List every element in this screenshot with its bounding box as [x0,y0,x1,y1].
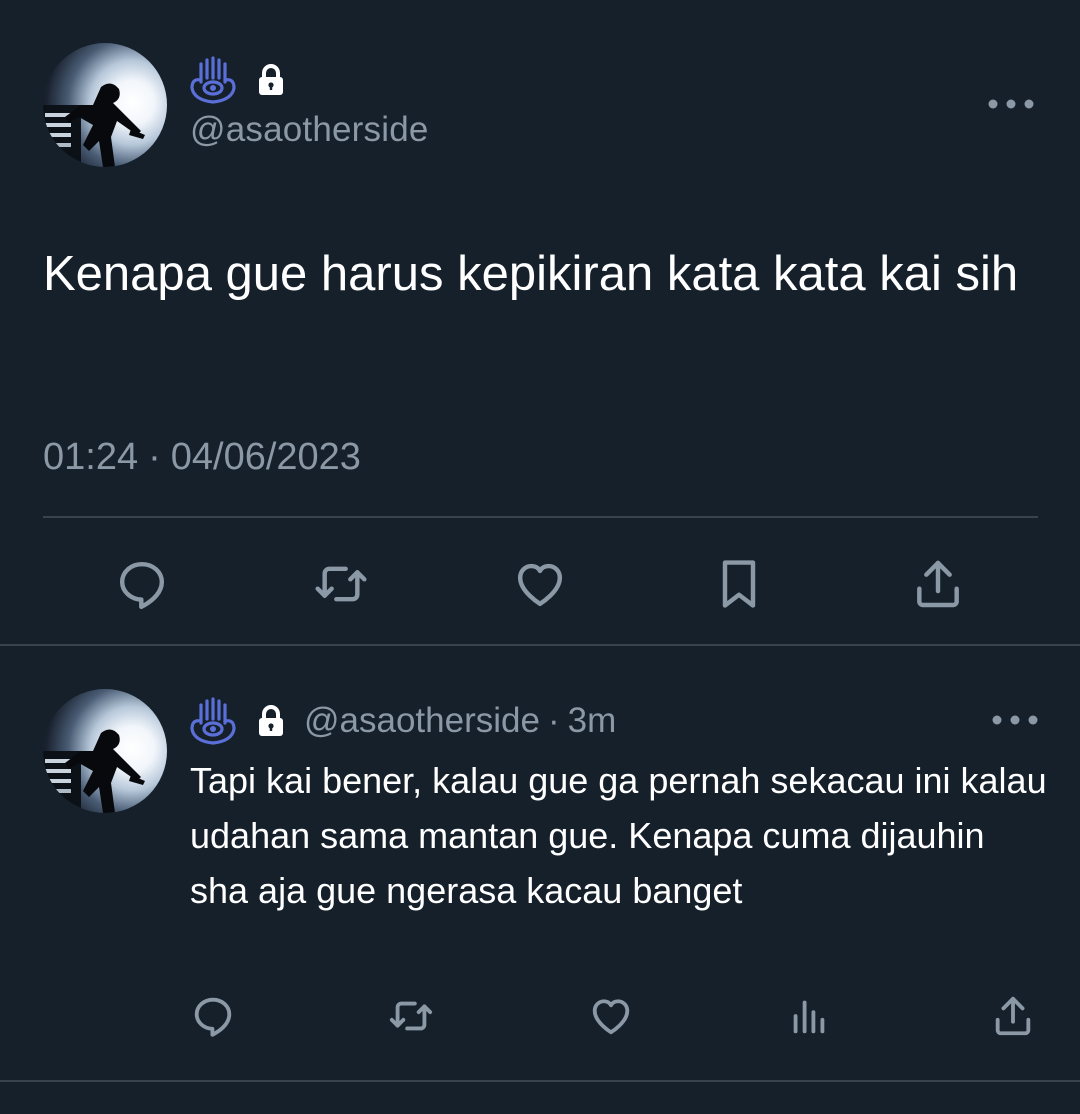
reply-tweet[interactable]: @asaotherside · 3m Tapi kai bener, kalau… [0,647,1080,1081]
share-icon [995,996,1031,1036]
like-button[interactable] [586,991,636,1041]
share-icon [917,560,959,608]
avatar-silhouette-image [43,729,145,813]
retweet-icon [389,1001,433,1031]
tweet-text: Kenapa gue harus kepikiran kata kata kai… [43,247,1019,301]
retweet-icon [315,566,367,602]
hamsa-hand-icon [190,697,236,745]
tweet-timestamp[interactable]: 01:24 · 04/06/2023 [43,436,361,479]
reply-icon [119,561,165,610]
views-button[interactable] [784,991,834,1041]
tweet-text: Tapi kai bener, kalau gue ga pernah seka… [190,760,1047,911]
retweet-button[interactable] [386,991,436,1041]
lock-icon [259,64,283,95]
header-separator: · [547,701,560,740]
user-handle[interactable]: @asaotherside [304,701,540,741]
hamsa-hand-icon [190,56,236,104]
retweet-button[interactable] [311,554,371,614]
divider [0,644,1080,646]
reply-button[interactable] [112,554,172,614]
lock-icon [259,705,283,736]
avatar-silhouette-image [43,83,145,167]
tweet-thread-page: @asaotherside Kenapa gue harus kepikiran… [0,0,1080,1114]
relative-time[interactable]: 3m [568,701,617,741]
reply-header: @asaotherside · 3m [190,697,616,745]
tweet-date: 04/06/2023 [170,436,361,478]
like-icon [517,563,563,607]
divider [43,516,1038,518]
share-button[interactable] [988,991,1038,1041]
user-handle[interactable]: @asaotherside [190,110,429,150]
bookmark-button[interactable] [709,554,769,614]
like-icon [592,999,630,1035]
more-options-icon[interactable] [990,713,1040,727]
share-button[interactable] [908,554,968,614]
avatar[interactable] [43,43,167,167]
divider [0,1080,1080,1082]
avatar[interactable] [43,689,167,813]
reply-icon [194,997,232,1037]
display-name-row [190,56,286,104]
like-button[interactable] [510,554,570,614]
main-tweet: @asaotherside Kenapa gue harus kepikiran… [0,0,1080,645]
tweet-time: 01:24 [43,436,139,478]
more-options-icon[interactable] [986,97,1036,111]
reply-button[interactable] [188,991,238,1041]
timestamp-separator: · [148,436,161,478]
bookmark-icon [722,560,756,608]
views-icon [793,1000,825,1034]
